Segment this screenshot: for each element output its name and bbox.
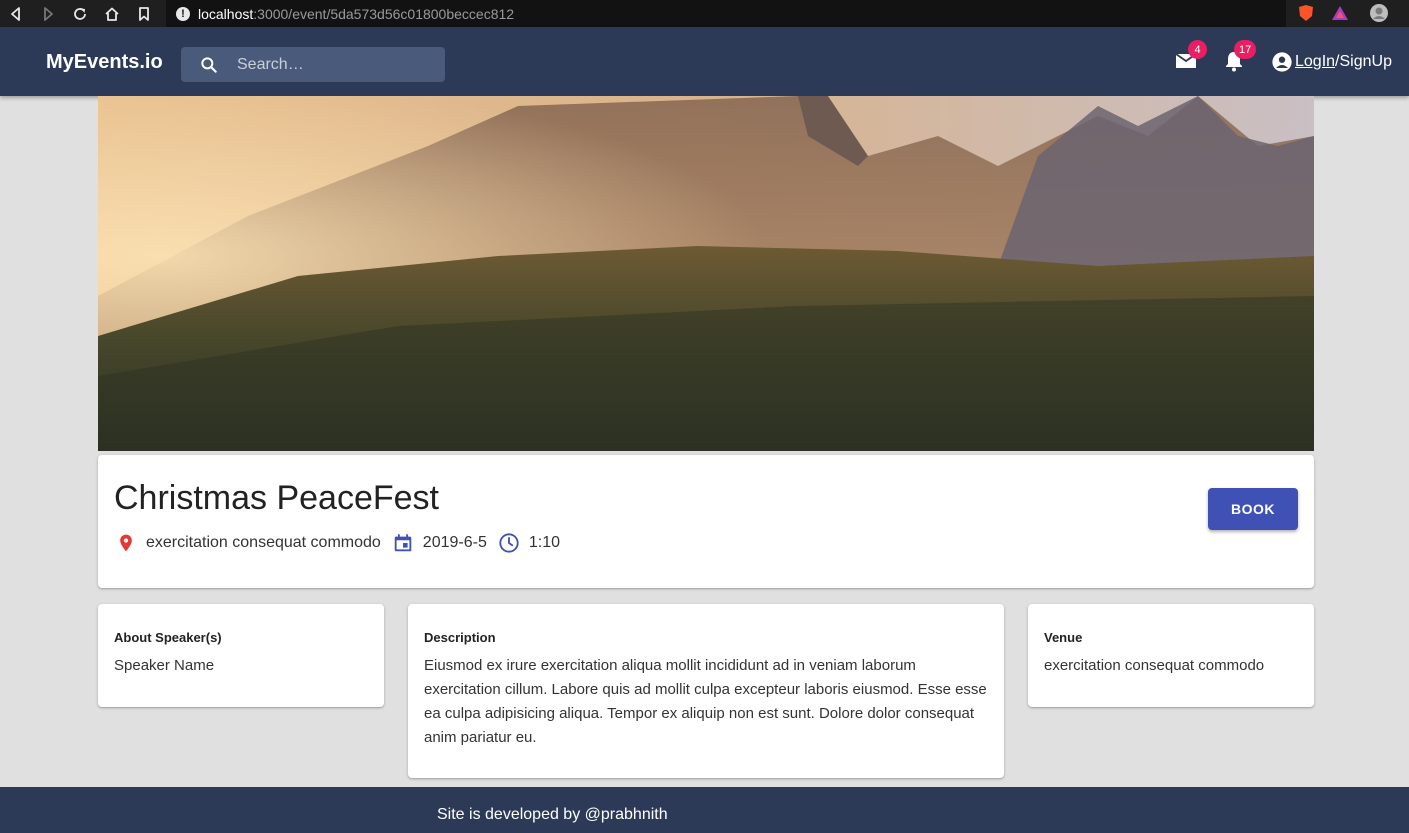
signup-link[interactable]: /SignUp (1335, 53, 1392, 71)
event-time: 1:10 (528, 534, 560, 551)
event-header-card: Christmas PeaceFest exercitation consequ… (98, 455, 1314, 588)
url-path: :3000/event/5da573d56c01800beccec812 (253, 5, 515, 22)
event-meta: exercitation consequat commodo 2019-6-5 … (114, 531, 570, 555)
login-signup: LogIn/SignUp (1271, 51, 1392, 73)
app-bar: MyEvents.io 4 17 LogIn/SignUp (0, 27, 1409, 96)
home-icon[interactable] (96, 0, 128, 27)
search-input[interactable] (237, 55, 437, 74)
mail-button[interactable]: 4 (1174, 40, 1207, 75)
notifications-button[interactable]: 17 (1222, 40, 1257, 75)
bookmark-icon[interactable] (128, 0, 160, 27)
book-button[interactable]: BOOK (1208, 488, 1298, 530)
event-title: Christmas PeaceFest (114, 479, 439, 517)
url-host: localhost (198, 5, 254, 22)
description-card: Description Eiusmod ex irure exercitatio… (408, 604, 1004, 778)
brave-shield-icon[interactable] (1296, 3, 1316, 23)
event-location: exercitation consequat commodo (146, 534, 381, 551)
venue-text: exercitation consequat commodo (1044, 657, 1265, 674)
search-box (181, 47, 445, 82)
footer: Site is developed by @prabhnith (0, 787, 1409, 833)
description-heading: Description (424, 630, 496, 645)
back-icon[interactable] (0, 0, 32, 27)
mail-badge: 4 (1188, 40, 1207, 59)
reload-icon[interactable] (64, 0, 96, 27)
event-cover-image (98, 96, 1314, 451)
location-pin-icon (114, 531, 138, 555)
event-date: 2019-6-5 (422, 534, 487, 551)
account-circle-icon[interactable] (1271, 51, 1293, 73)
speaker-name: Speaker Name (114, 657, 215, 674)
notifications-badge: 17 (1234, 40, 1257, 59)
browser-toolbar: ! localhost:3000/event/5da573d56c01800be… (0, 0, 1409, 27)
calendar-icon (391, 531, 415, 555)
description-text: Eiusmod ex irure exercitation aliqua mol… (424, 657, 987, 746)
address-bar[interactable]: ! localhost:3000/event/5da573d56c01800be… (166, 0, 1286, 27)
brave-rewards-icon[interactable] (1330, 3, 1350, 23)
forward-icon[interactable] (32, 0, 64, 27)
clock-icon (497, 531, 521, 555)
speaker-card: About Speaker(s) Speaker Name (98, 604, 384, 707)
login-link[interactable]: LogIn (1295, 53, 1335, 71)
speaker-heading: About Speaker(s) (114, 630, 222, 645)
site-info-icon[interactable]: ! (176, 6, 190, 21)
venue-card: Venue exercitation consequat commodo (1028, 604, 1314, 707)
profile-icon[interactable] (1369, 3, 1389, 23)
brand-logo[interactable]: MyEvents.io (46, 51, 163, 74)
footer-text: Site is developed by @prabhnith (437, 806, 668, 823)
venue-heading: Venue (1044, 630, 1083, 645)
search-icon (181, 55, 237, 75)
